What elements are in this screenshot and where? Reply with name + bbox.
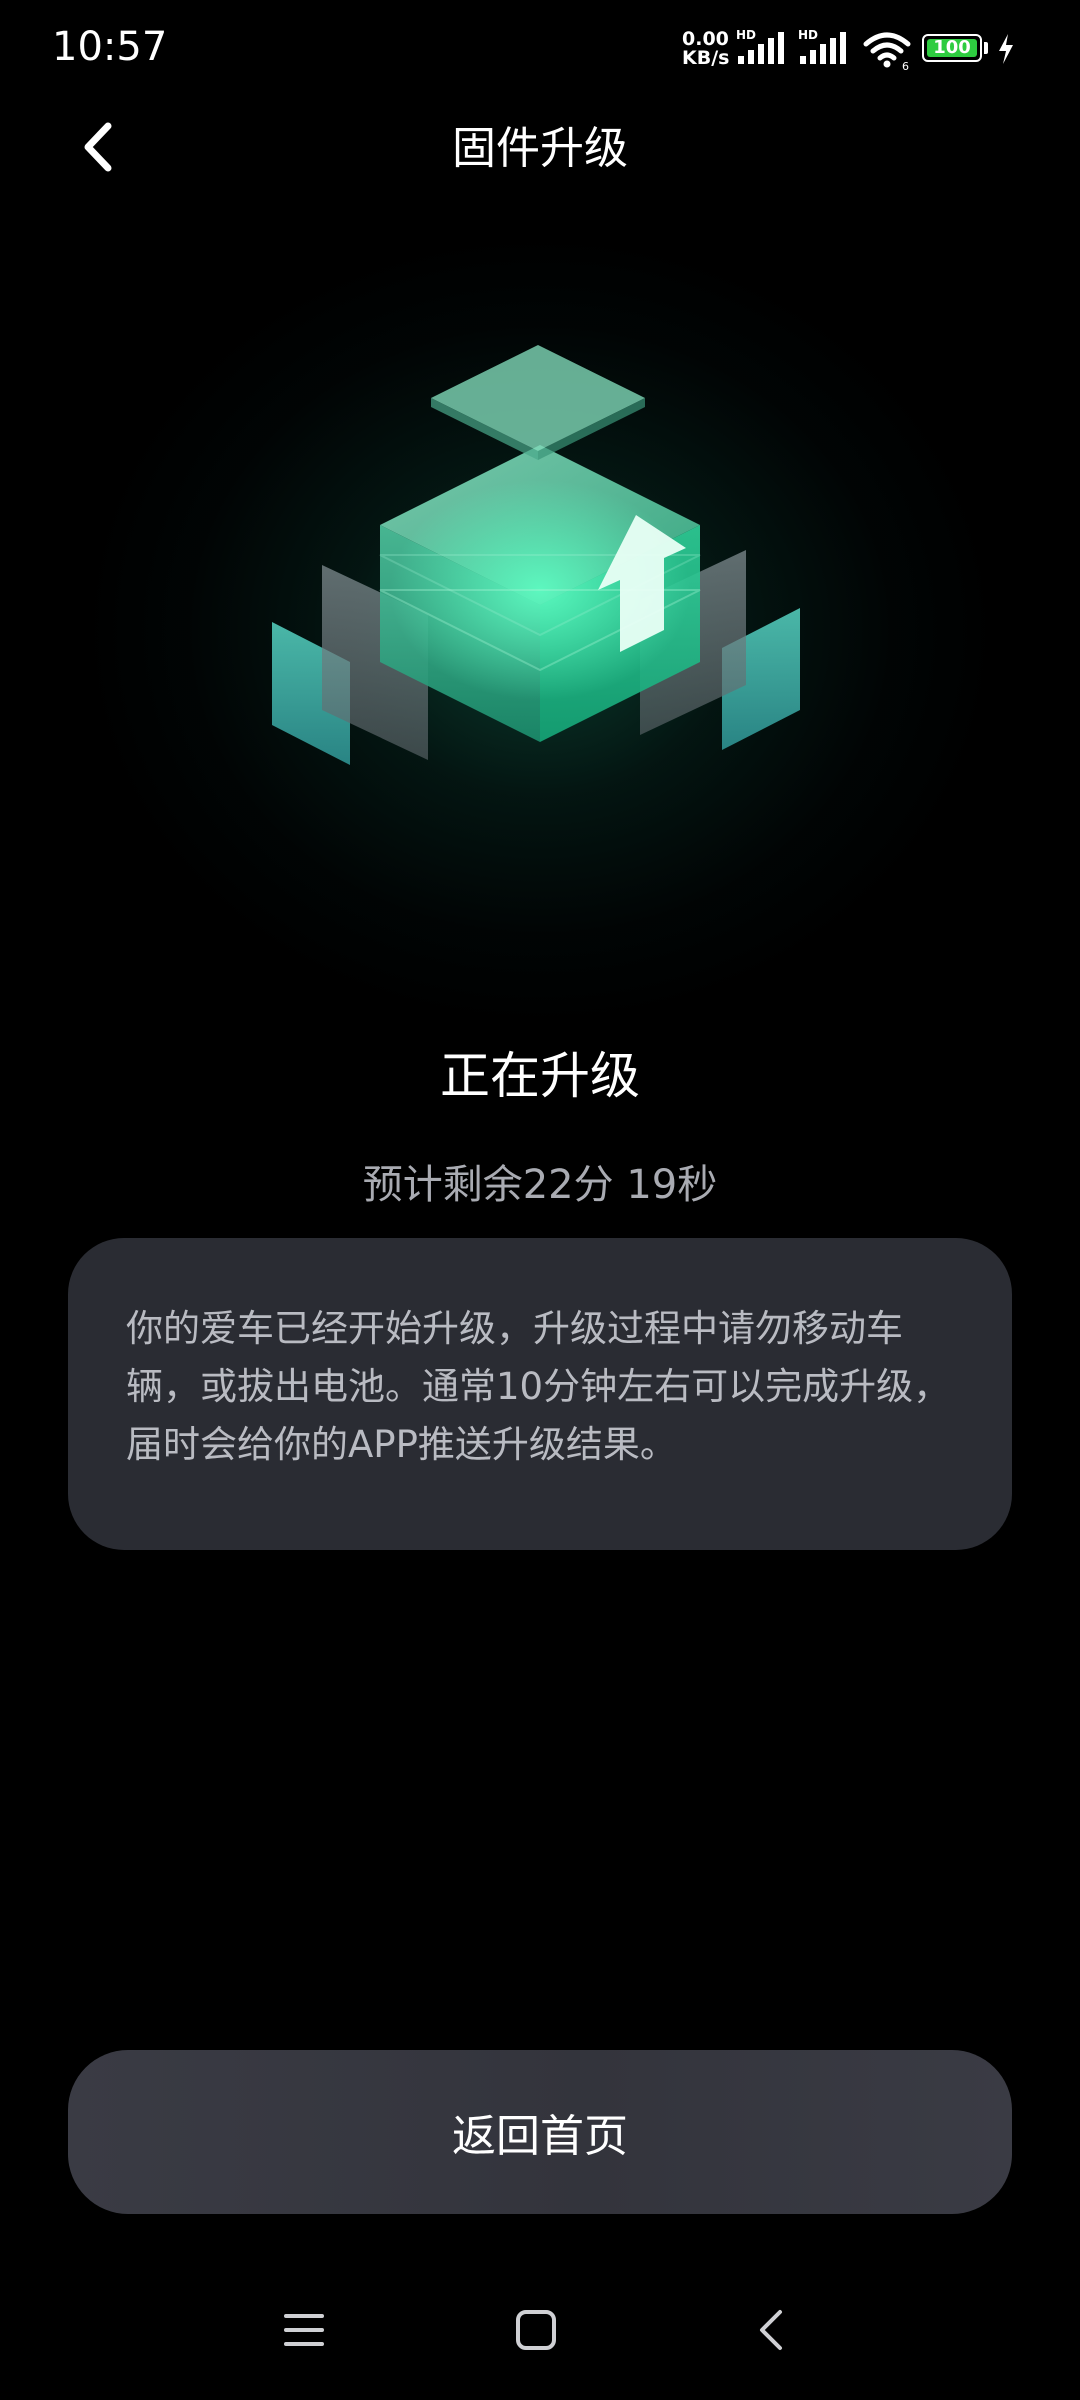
- battery-icon: 100: [922, 34, 982, 62]
- info-card: 你的爱车已经开始升级，升级过程中请勿移动车辆，或拔出电池。通常10分钟左右可以完…: [68, 1238, 1012, 1550]
- back-nav-button[interactable]: [720, 2280, 820, 2380]
- home-nav-button[interactable]: [486, 2280, 586, 2380]
- status-bar: 10:57 0.00 KB/s HD HD 6 100: [0, 0, 1080, 100]
- wifi-icon: 6: [862, 30, 912, 74]
- charging-icon: [996, 32, 1016, 70]
- battery-tip: [984, 42, 988, 54]
- clock: 10:57: [52, 24, 168, 70]
- network-speed: 0.00 KB/s: [682, 30, 729, 68]
- signal-icon: HD: [736, 28, 786, 72]
- info-text: 你的爱车已经开始升级，升级过程中请勿移动车辆，或拔出电池。通常10分钟左右可以完…: [126, 1307, 951, 1466]
- signal-hd-label: HD: [798, 28, 819, 42]
- menu-button[interactable]: [254, 2280, 354, 2380]
- upgrade-status-title: 正在升级: [440, 1047, 640, 1105]
- return-home-button[interactable]: 返回首页: [68, 2050, 1012, 2214]
- upgrade-cube-icon: [272, 345, 800, 765]
- firmware-illustration: [0, 160, 1080, 1020]
- home-square-icon: [516, 2310, 556, 2350]
- system-nav-bar: [0, 2280, 1080, 2380]
- signal-hd-label: HD: [736, 28, 757, 42]
- network-speed-unit: KB/s: [682, 47, 730, 69]
- svg-text:6: 6: [902, 60, 909, 70]
- back-triangle-icon: [760, 2310, 782, 2350]
- signal-icon: HD: [798, 28, 848, 72]
- battery-level: 100: [933, 37, 971, 58]
- upgrade-eta: 预计剩余22分 19秒: [362, 1162, 718, 1208]
- menu-icon: [284, 2314, 324, 2346]
